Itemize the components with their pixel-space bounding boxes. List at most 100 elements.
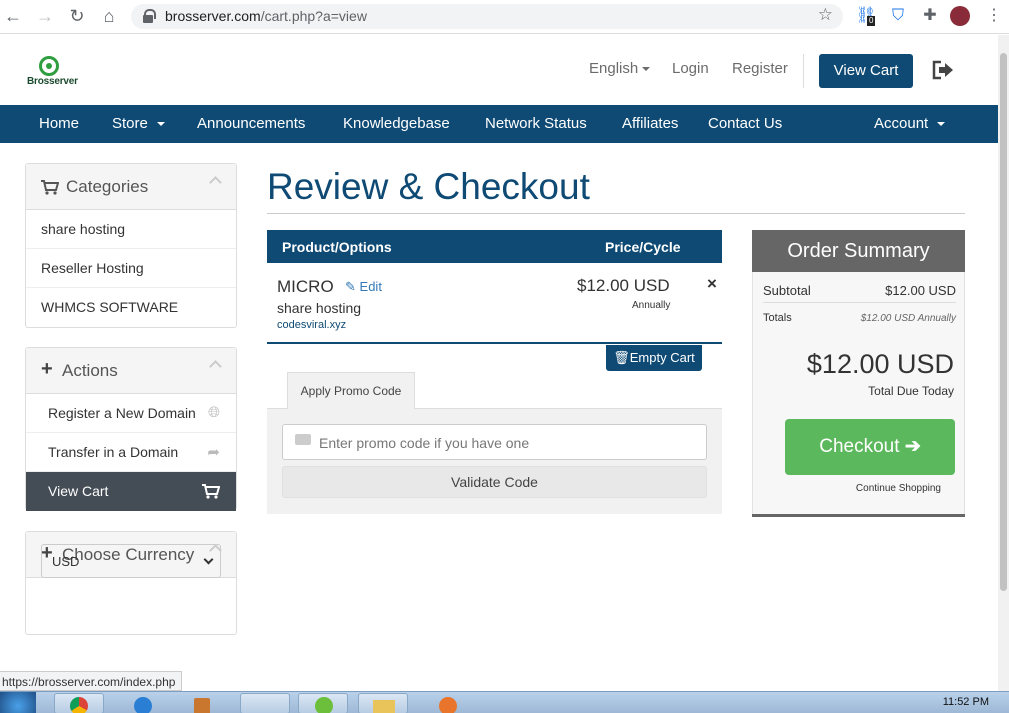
logout-icon[interactable]: [932, 60, 954, 80]
page-title: Review & Checkout: [267, 166, 590, 207]
promo-code-input[interactable]: Enter promo code if you have one: [282, 424, 707, 460]
forward-icon[interactable]: →: [34, 5, 56, 27]
chevron-down-icon: [937, 122, 946, 127]
tab-apply-promo[interactable]: Apply Promo Code: [287, 372, 415, 409]
header-divider: [803, 54, 804, 88]
chevron-down-icon: [156, 122, 165, 127]
actions-panel: + Actions Register a New Domain 🌐︎ Transf…: [25, 347, 237, 511]
cart-icon: [202, 484, 220, 499]
item-name: MICRO: [277, 277, 334, 296]
home-icon[interactable]: ⌂: [98, 5, 120, 27]
ticket-icon: [295, 434, 311, 445]
subtotal-label: Subtotal: [763, 283, 811, 298]
back-icon[interactable]: ←: [2, 5, 24, 27]
totals-label: Totals: [763, 312, 792, 324]
chevron-up-icon[interactable]: [209, 360, 222, 373]
taskbar-clock: 11:52 PM: [942, 696, 989, 708]
currency-panel: + Choose Currency USD: [25, 531, 237, 635]
nav-store[interactable]: Store: [112, 115, 165, 132]
transfer-domain-link[interactable]: Transfer in a Domain ➦: [26, 433, 236, 472]
taskbar-firefox-icon[interactable]: [424, 693, 474, 713]
scrollbar-thumb[interactable]: [1000, 53, 1007, 591]
nav-announcements[interactable]: Announcements: [197, 115, 305, 132]
col-product: Product/Options: [282, 239, 392, 255]
register-link[interactable]: Register: [732, 60, 788, 77]
totals-row: Totals $12.00 USD Annually: [763, 312, 956, 324]
checkout-button[interactable]: Checkout ➔: [785, 419, 955, 475]
view-cart-button[interactable]: View Cart: [819, 54, 913, 88]
address-bar[interactable]: brosserver.com/cart.php?a=view ☆: [131, 4, 843, 29]
taskbar-ie-icon[interactable]: [118, 693, 168, 713]
taskbar-utorrent-icon[interactable]: [298, 693, 348, 713]
cart-icon: [41, 180, 59, 195]
language-dropdown[interactable]: English: [589, 60, 651, 77]
promo-placeholder: Enter promo code if you have one: [319, 435, 530, 451]
remove-item-icon[interactable]: ×: [707, 274, 717, 294]
nav-contact-us[interactable]: Contact Us: [708, 115, 782, 132]
edit-link[interactable]: ✎ Edit: [345, 279, 382, 295]
summary-divider: [763, 302, 956, 303]
bookmark-star-icon[interactable]: ☆: [818, 5, 833, 25]
share-arrow-icon: ➦: [207, 444, 220, 461]
validate-code-button[interactable]: Validate Code: [282, 466, 707, 498]
chevron-down-icon: [203, 554, 214, 565]
continue-shopping-link[interactable]: Continue Shopping: [856, 483, 941, 494]
item-group: share hosting: [277, 300, 362, 316]
status-hover-url: https://brosserver.com/index.php: [0, 671, 183, 691]
taskbar-media-icon[interactable]: [178, 693, 228, 713]
categories-header[interactable]: Categories: [26, 164, 236, 210]
nav-home[interactable]: Home: [39, 115, 79, 132]
chevron-down-icon: [642, 67, 651, 72]
taskbar-paint-icon[interactable]: [240, 693, 290, 713]
extension-link-icon[interactable]: ⛓0: [856, 6, 876, 26]
subtotal-row: Subtotal $12.00 USD: [763, 283, 956, 298]
nav-affiliates[interactable]: Affiliates: [622, 115, 678, 132]
logo-mark: [39, 56, 59, 76]
windows-taskbar: 11:52 PM: [0, 691, 1009, 713]
category-reseller-hosting[interactable]: Reseller Hosting: [26, 249, 236, 288]
totals-value: $12.00 USD Annually: [860, 313, 956, 324]
nav-knowledgebase[interactable]: Knowledgebase: [343, 115, 450, 132]
view-cart-link[interactable]: View Cart: [26, 472, 236, 511]
category-share-hosting[interactable]: share hosting: [26, 210, 236, 249]
actions-title: Actions: [62, 361, 118, 380]
extension-badge: 0: [867, 16, 876, 26]
total-due-amount: $12.00 USD: [806, 349, 954, 379]
taskbar-explorer-icon[interactable]: [358, 693, 408, 713]
chevron-up-icon[interactable]: [209, 176, 222, 189]
profile-avatar[interactable]: [950, 6, 970, 26]
site-logo[interactable]: Brosserver: [27, 56, 78, 92]
taskbar-chrome-icon[interactable]: [54, 693, 104, 713]
category-whmcs-software[interactable]: WHMCS SOFTWARE: [26, 288, 236, 327]
start-button[interactable]: [0, 692, 36, 713]
pencil-icon: ✎: [345, 279, 356, 294]
order-summary-title: Order Summary: [752, 230, 965, 272]
puzzle-extensions-icon[interactable]: ✚: [920, 6, 940, 26]
shield-extension-icon[interactable]: ⛉: [888, 6, 908, 26]
item-cycle: Annually: [632, 300, 671, 311]
lock-icon: [143, 9, 156, 23]
nav-network-status[interactable]: Network Status: [485, 115, 587, 132]
globe-icon: 🌐︎: [207, 404, 220, 421]
item-domain: codesviral.xyz: [277, 319, 347, 331]
page-scrollbar[interactable]: [998, 35, 1009, 691]
arrow-right-icon: ➔: [904, 436, 921, 457]
browser-toolbar: ← → ↻ ⌂ brosserver.com/cart.php?a=view ☆…: [0, 0, 1009, 34]
login-link[interactable]: Login: [672, 60, 709, 77]
title-divider: [267, 213, 965, 214]
reload-icon[interactable]: ↻: [66, 5, 88, 27]
nav-account[interactable]: Account: [874, 115, 946, 132]
subtotal-value: $12.00 USD: [885, 283, 956, 298]
actions-header[interactable]: + Actions: [26, 348, 236, 394]
url-text: brosserver.com/cart.php?a=view: [165, 8, 367, 24]
menu-dots-icon[interactable]: ⋮: [984, 6, 1004, 26]
register-domain-link[interactable]: Register a New Domain 🌐︎: [26, 394, 236, 433]
currency-select[interactable]: USD: [41, 544, 221, 578]
order-summary-body: Subtotal $12.00 USD Totals $12.00 USD An…: [752, 272, 965, 514]
item-price: $12.00 USD: [577, 276, 670, 295]
categories-panel: Categories share hosting Reseller Hostin…: [25, 163, 237, 328]
trash-icon: 🗑︎: [613, 350, 630, 365]
empty-cart-button[interactable]: 🗑︎Empty Cart: [606, 345, 702, 371]
main-navbar: Home Store Announcements Knowledgebase N…: [0, 105, 998, 143]
col-price: Price/Cycle: [605, 239, 681, 255]
